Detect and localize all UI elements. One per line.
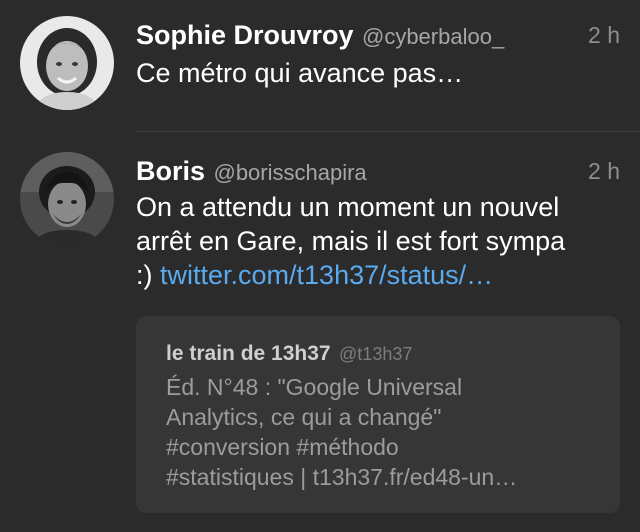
timestamp: 2 h — [588, 158, 620, 184]
quoted-text-line: Éd. N°48 : "Google Universal — [166, 374, 463, 400]
tweet[interactable]: Sophie Drouvroy @cyberbaloo_ 2 h Ce métr… — [0, 0, 640, 132]
tweet-text: Ce métro qui avance pas… — [136, 58, 464, 88]
quoted-tweet-header: le train de 13h37 @t13h37 — [166, 342, 412, 366]
quoted-author-handle[interactable]: @t13h37 — [339, 344, 412, 364]
tweet-header: Sophie Drouvroy @cyberbaloo_ 2 h — [136, 20, 620, 51]
quoted-author-name[interactable]: le train de 13h37 — [166, 342, 331, 365]
quoted-tweet-text: Éd. N°48 : "Google Universal Analytics, … — [166, 372, 596, 492]
author-handle[interactable]: @cyberbaloo_ — [362, 24, 504, 49]
tweet[interactable]: Boris @borisschapira 2 h On a attendu un… — [0, 132, 640, 532]
avatar[interactable] — [20, 16, 114, 110]
tweet-text-line: On a attendu un moment un nouvel — [136, 192, 560, 222]
quoted-text-line: #conversion #méthodo — [166, 434, 399, 460]
tweet-text-line: :) twitter.com/t13h37/status/… — [136, 258, 620, 292]
tweet-text-fragment: :) — [136, 260, 160, 290]
author-handle[interactable]: @borisschapira — [213, 160, 366, 185]
tweet-text: On a attendu un moment un nouvel arrêt e… — [136, 190, 620, 292]
quoted-text-line: Analytics, ce qui a changé" — [166, 404, 442, 430]
author-name[interactable]: Boris — [136, 156, 205, 186]
author-name[interactable]: Sophie Drouvroy — [136, 20, 354, 50]
timeline: Sophie Drouvroy @cyberbaloo_ 2 h Ce métr… — [0, 0, 640, 532]
avatar[interactable] — [20, 152, 114, 246]
tweet-link[interactable]: twitter.com/t13h37/status/… — [160, 260, 493, 290]
quoted-text-line: #statistiques | t13h37.fr/ed48-un… — [166, 464, 518, 490]
quoted-tweet[interactable]: le train de 13h37 @t13h37 Éd. N°48 : "Go… — [136, 316, 620, 513]
avatar-photo-woman-icon — [20, 16, 114, 110]
timestamp: 2 h — [588, 22, 620, 48]
avatar-photo-man-icon — [20, 152, 114, 246]
tweet-text-line: arrêt en Gare, mais il est fort sympa — [136, 226, 566, 256]
tweet-header: Boris @borisschapira 2 h — [136, 156, 620, 187]
